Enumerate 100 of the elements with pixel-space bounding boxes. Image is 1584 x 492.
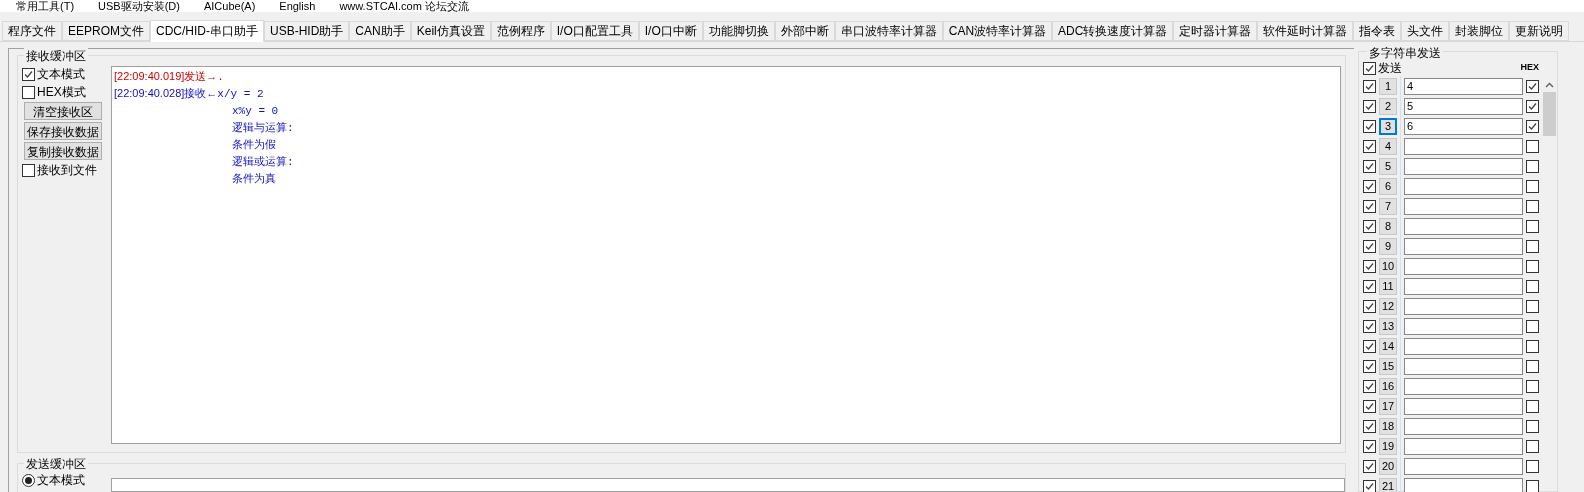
hex-checkbox[interactable] — [1526, 419, 1539, 433]
send-text-field[interactable] — [1404, 257, 1523, 275]
tab[interactable]: 范例程序 — [490, 21, 551, 41]
send-row-button[interactable]: 20 — [1379, 457, 1397, 475]
menu-item[interactable]: AICube(A) — [203, 1, 256, 12]
checkbox[interactable] — [1363, 399, 1376, 413]
receive-button[interactable]: 复制接收数据 — [24, 142, 102, 160]
tab[interactable]: CAN波特率计算器 — [942, 21, 1053, 41]
hex-checkbox[interactable] — [1526, 139, 1539, 153]
send-row-button[interactable]: 16 — [1379, 377, 1397, 395]
send-row-button[interactable]: 14 — [1379, 337, 1397, 355]
tab[interactable]: 外部中断 — [774, 21, 835, 41]
send-text-area[interactable] — [111, 478, 1345, 492]
send-row-button[interactable]: 2 — [1379, 97, 1397, 115]
send-row-button[interactable]: 19 — [1379, 437, 1397, 455]
hex-checkbox[interactable] — [1526, 279, 1539, 293]
send-text-field[interactable] — [1404, 317, 1523, 335]
checkbox[interactable] — [1363, 259, 1376, 273]
tab[interactable]: 程序文件 — [2, 21, 62, 41]
hex-checkbox[interactable] — [1526, 199, 1539, 213]
radio-button[interactable] — [22, 473, 35, 487]
send-text-field[interactable] — [1404, 397, 1523, 415]
checkbox[interactable] — [1363, 359, 1376, 373]
send-row-button[interactable]: 12 — [1379, 297, 1397, 315]
receive-button[interactable]: 保存接收数据 — [24, 122, 102, 140]
checkbox[interactable] — [1363, 319, 1376, 333]
send-row-button[interactable]: 9 — [1379, 237, 1397, 255]
tab[interactable]: ADC转换速度计算器 — [1052, 21, 1174, 41]
menu-item[interactable]: www.STCAI.com 论坛交流 — [339, 1, 469, 12]
hex-checkbox[interactable] — [1526, 99, 1539, 113]
send-text-field[interactable] — [1404, 137, 1523, 155]
send-row-button[interactable]: 10 — [1379, 257, 1397, 275]
send-row-button[interactable]: 3 — [1379, 117, 1397, 135]
tab[interactable]: 定时器计算器 — [1173, 21, 1258, 41]
menu-item[interactable]: 常用工具(T) — [16, 1, 75, 12]
scroll-thumb[interactable] — [1543, 92, 1556, 136]
send-text-field[interactable] — [1404, 357, 1523, 375]
send-text-field[interactable] — [1404, 217, 1523, 235]
hex-checkbox[interactable] — [1526, 459, 1539, 473]
hex-checkbox[interactable] — [1526, 119, 1539, 133]
send-row-button[interactable]: 1 — [1379, 77, 1397, 95]
menu-item[interactable]: English — [279, 1, 316, 12]
send-text-field[interactable]: 4 — [1404, 77, 1523, 95]
checkbox[interactable] — [1363, 239, 1376, 253]
checkbox[interactable] — [1363, 419, 1376, 433]
checkbox[interactable] — [1363, 299, 1376, 313]
checkbox[interactable] — [1363, 79, 1376, 93]
checkbox[interactable] — [1363, 159, 1376, 173]
send-text-field[interactable] — [1404, 377, 1523, 395]
checkbox[interactable] — [1363, 199, 1376, 213]
send-row-button[interactable]: 7 — [1379, 197, 1397, 215]
hex-checkbox[interactable] — [1526, 319, 1539, 333]
send-text-field[interactable] — [1404, 337, 1523, 355]
send-row-button[interactable]: 8 — [1379, 217, 1397, 235]
tab[interactable]: 封装脚位 — [1449, 21, 1510, 41]
checkbox[interactable] — [1363, 119, 1376, 133]
tab[interactable]: 头文件 — [1401, 21, 1450, 41]
checkbox[interactable] — [1363, 459, 1376, 473]
tab[interactable]: I/O口中断 — [638, 21, 703, 41]
hex-checkbox[interactable] — [1526, 179, 1539, 193]
hex-checkbox[interactable] — [1526, 359, 1539, 373]
tab[interactable]: 更新说明 — [1509, 21, 1570, 41]
tab[interactable]: USB-HID助手 — [264, 21, 350, 41]
tab[interactable]: Keil仿真设置 — [410, 21, 491, 41]
hex-checkbox[interactable] — [1526, 439, 1539, 453]
send-text-field[interactable] — [1404, 457, 1523, 475]
hex-checkbox[interactable] — [1526, 399, 1539, 413]
checkbox[interactable] — [1363, 379, 1376, 393]
send-text-field[interactable] — [1404, 297, 1523, 315]
send-row-button[interactable]: 4 — [1379, 137, 1397, 155]
tab[interactable]: CDC/HID-串口助手 — [150, 20, 264, 42]
checkbox[interactable] — [1363, 219, 1376, 233]
tab[interactable]: 串口波特率计算器 — [834, 21, 943, 41]
hex-checkbox[interactable] — [1526, 259, 1539, 273]
send-text-field[interactable] — [1404, 237, 1523, 255]
send-row-button[interactable]: 13 — [1379, 317, 1397, 335]
checkbox[interactable] — [1363, 479, 1376, 492]
send-row-button[interactable]: 5 — [1379, 157, 1397, 175]
checkbox[interactable] — [1363, 439, 1376, 453]
hex-checkbox[interactable] — [1526, 79, 1539, 93]
send-text-field[interactable] — [1404, 477, 1523, 492]
send-text-field[interactable] — [1404, 177, 1523, 195]
checkbox[interactable] — [22, 85, 35, 99]
checkbox[interactable] — [1363, 339, 1376, 353]
checkbox[interactable] — [22, 67, 35, 81]
send-row-button[interactable]: 17 — [1379, 397, 1397, 415]
tab[interactable]: 指令表 — [1353, 21, 1402, 41]
send-text-field[interactable] — [1404, 417, 1523, 435]
checkbox[interactable] — [22, 163, 35, 177]
checkbox[interactable] — [1363, 139, 1376, 153]
hex-checkbox[interactable] — [1526, 219, 1539, 233]
send-text-field[interactable]: 5 — [1404, 97, 1523, 115]
tab[interactable]: I/O口配置工具 — [550, 21, 639, 41]
send-row-button[interactable]: 11 — [1379, 277, 1397, 295]
send-text-field[interactable] — [1404, 157, 1523, 175]
receive-text-area[interactable]: [22:09:40.019]发送→. [22:09:40.028]接收←x/y = 2 x%y = 0 逻辑与运算: 条件为假 逻辑或运算: 条件为真 — [111, 66, 1341, 444]
tab[interactable]: CAN助手 — [349, 21, 411, 41]
hex-checkbox[interactable] — [1526, 239, 1539, 253]
hex-checkbox[interactable] — [1526, 379, 1539, 393]
scroll-up-icon[interactable] — [1545, 82, 1554, 88]
